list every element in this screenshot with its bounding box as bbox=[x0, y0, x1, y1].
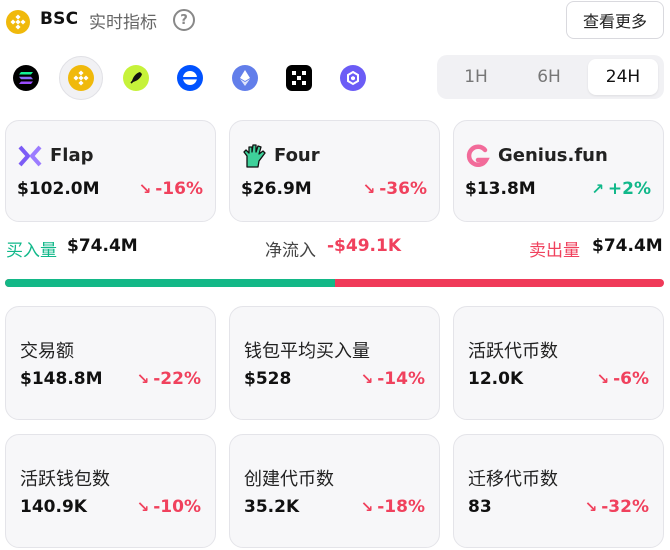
chain-button-ethereum[interactable] bbox=[223, 56, 267, 100]
metric-value: $528 bbox=[244, 369, 292, 389]
timeframe-24h[interactable]: 24H bbox=[588, 59, 658, 95]
metric-change: ↘ -6% bbox=[596, 369, 650, 389]
metric-change: ↘ -10% bbox=[136, 497, 201, 517]
metric-value: 83 bbox=[468, 497, 492, 517]
buy-ratio-fill bbox=[5, 279, 335, 287]
metric-card-avg-buy[interactable]: 钱包平均买入量 $528 ↘ -14% bbox=[229, 306, 440, 420]
platform-volume: $102.0M bbox=[17, 179, 100, 199]
metric-value: 140.9K bbox=[20, 497, 87, 517]
flap-icon bbox=[17, 143, 43, 169]
ethereum-icon bbox=[232, 65, 258, 91]
genius-icon bbox=[465, 143, 491, 169]
metric-label: 钱包平均买入量 bbox=[244, 341, 370, 362]
metric-card-active-tokens[interactable]: 活跃代币数 12.0K ↘ -6% bbox=[453, 306, 664, 420]
metric-value: 12.0K bbox=[468, 369, 524, 389]
platform-card-four[interactable]: Four $26.9M ↘ -36% bbox=[229, 120, 440, 222]
metric-change: ↘ -32% bbox=[584, 497, 649, 517]
timeframe-toggle: 1H 6H 24H bbox=[437, 55, 664, 99]
metric-label: 活跃钱包数 bbox=[20, 469, 110, 490]
net-inflow-label: 净流入 bbox=[265, 241, 316, 261]
arrow-down-right-icon: ↘ bbox=[596, 370, 610, 388]
buy-sell-ratio-bar bbox=[5, 279, 664, 287]
arrow-down-right-icon: ↘ bbox=[138, 180, 152, 198]
chain-button-xlayer[interactable] bbox=[277, 56, 321, 100]
chain-name: BSC bbox=[40, 9, 79, 29]
platform-change: ↘ -16% bbox=[138, 179, 203, 199]
metric-label: 迁移代币数 bbox=[468, 469, 558, 490]
bnb-icon bbox=[6, 10, 30, 34]
sell-volume-value: $74.4M bbox=[592, 236, 663, 256]
metric-change: ↘ -22% bbox=[136, 369, 201, 389]
flow-summary: 买入量 $74.4M 净流入 -$49.1K 卖出量 $74.4M bbox=[0, 232, 670, 262]
platform-name: Flap bbox=[50, 145, 94, 166]
arrow-down-right-icon: ↘ bbox=[136, 370, 150, 388]
help-icon[interactable]: ? bbox=[173, 9, 195, 31]
metric-card-created-tokens[interactable]: 创建代币数 35.2K ↘ -18% bbox=[229, 434, 440, 548]
base-icon bbox=[177, 65, 203, 91]
metric-card-volume[interactable]: 交易额 $148.8M ↘ -22% bbox=[5, 306, 216, 420]
bnb-icon bbox=[68, 65, 94, 91]
net-inflow-value: -$49.1K bbox=[327, 236, 402, 256]
chain-button-solana[interactable] bbox=[4, 56, 48, 100]
metric-label: 创建代币数 bbox=[244, 469, 334, 490]
metric-change: ↘ -14% bbox=[360, 369, 425, 389]
header: BSC 实时指标 ? 查看更多 bbox=[0, 0, 670, 44]
platform-card-genius[interactable]: Genius.fun $13.8M ↗ +2% bbox=[453, 120, 664, 222]
timeframe-6h[interactable]: 6H bbox=[514, 59, 584, 95]
platform-volume: $26.9M bbox=[241, 179, 312, 199]
platform-volume: $13.8M bbox=[465, 179, 536, 199]
chain-button-hexagon[interactable] bbox=[331, 56, 375, 100]
timeframe-1h[interactable]: 1H bbox=[441, 59, 511, 95]
chain-button-bsc[interactable] bbox=[59, 56, 103, 100]
metric-card-migrated-tokens[interactable]: 迁移代币数 83 ↘ -32% bbox=[453, 434, 664, 548]
view-more-button[interactable]: 查看更多 bbox=[566, 1, 664, 39]
arrow-down-right-icon: ↘ bbox=[360, 498, 374, 516]
metric-value: $148.8M bbox=[20, 369, 103, 389]
platform-card-flap[interactable]: Flap $102.0M ↘ -16% bbox=[5, 120, 216, 222]
page-title: 实时指标 bbox=[89, 13, 157, 33]
platform-change: ↗ +2% bbox=[591, 179, 651, 199]
chain-button-pump[interactable] bbox=[114, 56, 158, 100]
buy-volume-label: 买入量 bbox=[6, 241, 57, 261]
rocket-icon bbox=[123, 65, 149, 91]
platform-name: Genius.fun bbox=[498, 145, 608, 166]
platform-change: ↘ -36% bbox=[362, 179, 427, 199]
metric-label: 交易额 bbox=[20, 341, 74, 362]
chain-button-base[interactable] bbox=[168, 56, 212, 100]
buy-volume-value: $74.4M bbox=[67, 236, 138, 256]
arrow-up-right-icon: ↗ bbox=[591, 180, 604, 198]
xlayer-icon bbox=[286, 65, 312, 91]
platform-name: Four bbox=[274, 145, 320, 166]
metric-value: 35.2K bbox=[244, 497, 300, 517]
hexagon-icon bbox=[340, 65, 366, 91]
metric-card-active-wallets[interactable]: 活跃钱包数 140.9K ↘ -10% bbox=[5, 434, 216, 548]
metric-label: 活跃代币数 bbox=[468, 341, 558, 362]
arrow-down-right-icon: ↘ bbox=[136, 498, 150, 516]
arrow-down-right-icon: ↘ bbox=[360, 370, 374, 388]
sell-volume-label: 卖出量 bbox=[529, 241, 580, 261]
four-hand-icon bbox=[241, 143, 267, 169]
arrow-down-right-icon: ↘ bbox=[584, 498, 598, 516]
arrow-down-right-icon: ↘ bbox=[362, 180, 376, 198]
solana-icon bbox=[13, 65, 39, 91]
metric-change: ↘ -18% bbox=[360, 497, 425, 517]
